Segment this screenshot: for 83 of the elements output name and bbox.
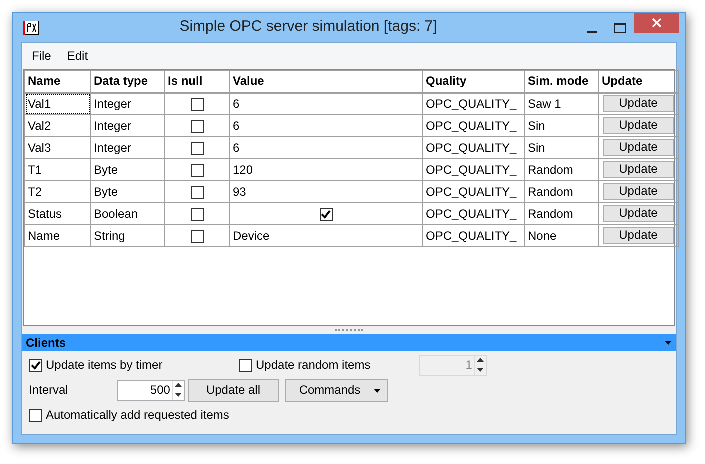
dropdown-arrow-icon <box>665 340 672 344</box>
checkbox[interactable] <box>190 98 204 112</box>
table-cell: Status <box>24 202 90 224</box>
checkbox[interactable] <box>190 230 204 243</box>
field-label: Interval <box>29 382 70 399</box>
update-button[interactable]: Update <box>603 183 674 200</box>
table-cell: Sin <box>524 136 598 158</box>
table-cell: OPC_QUALITY_ <box>422 224 524 246</box>
checkbox[interactable] <box>190 208 204 221</box>
table-cell: Val2 <box>24 114 90 136</box>
table-cell: Saw 1 <box>524 92 598 114</box>
update-button[interactable]: Update <box>603 95 674 112</box>
update-button[interactable]: Update <box>603 117 674 134</box>
checkbox-label: Update random items <box>256 357 371 374</box>
maximize-icon <box>614 22 626 32</box>
checkbox[interactable] <box>320 208 332 221</box>
column-header[interactable]: Is null <box>164 70 230 92</box>
table-cell: Val3 <box>24 136 90 158</box>
window-title: Simple OPC server simulation [tags: 7] <box>178 17 438 38</box>
table-cell: Integer <box>90 136 164 158</box>
spin-down-icon[interactable] <box>477 368 484 372</box>
table-cell: 6 <box>230 114 422 136</box>
spin-down-icon[interactable] <box>175 392 182 397</box>
close-button[interactable] <box>634 13 679 33</box>
table-cell: OPC_QUALITY_ <box>422 136 524 158</box>
table-cell: Val1 <box>24 92 90 114</box>
table-cell: Random <box>524 180 598 202</box>
table-cell: OPC_QUALITY_ <box>422 180 524 202</box>
column-header[interactable]: Sim. mode <box>524 70 598 92</box>
checkbox[interactable] <box>239 358 252 372</box>
table-cell: Byte <box>90 180 164 202</box>
panel-title: Clients <box>26 334 66 352</box>
table-cell: 93 <box>230 180 422 202</box>
column-header[interactable]: Quality <box>422 70 524 92</box>
spin-field[interactable]: 500 <box>117 380 185 400</box>
table-cell: Integer <box>90 114 164 136</box>
update-all-button[interactable]: Update all <box>188 378 279 402</box>
app-icon <box>23 20 39 34</box>
close-icon <box>652 18 662 28</box>
spin-up-icon[interactable] <box>477 358 484 362</box>
table-cell: OPC_QUALITY_ <box>422 92 524 114</box>
checkbox[interactable] <box>29 358 42 372</box>
table-cell: OPC_QUALITY_ <box>422 158 524 180</box>
column-header[interactable]: Update <box>598 70 678 92</box>
update-button[interactable]: Update <box>603 227 674 244</box>
clients-header[interactable]: Clients <box>22 334 676 351</box>
checkbox[interactable] <box>190 120 204 133</box>
update-button[interactable]: Update <box>603 205 674 222</box>
checkbox[interactable] <box>190 142 204 155</box>
table-cell: 120 <box>230 158 422 180</box>
checkbox[interactable] <box>190 164 204 177</box>
table-cell: Integer <box>90 92 164 114</box>
table-cell: Name <box>24 224 90 246</box>
menu-item[interactable]: Edit <box>61 45 94 67</box>
table-cell: Random <box>524 202 598 224</box>
update-button[interactable]: Update <box>603 139 674 156</box>
table-cell: T2 <box>24 180 90 202</box>
table-cell: Byte <box>90 158 164 180</box>
commands-button[interactable]: Commands <box>285 378 388 402</box>
table-cell: None <box>524 224 598 246</box>
table-cell: OPC_QUALITY_ <box>422 202 524 224</box>
table-cell: T1 <box>24 158 90 180</box>
column-header[interactable]: Data type <box>90 70 164 92</box>
table-cell: OPC_QUALITY_ <box>422 114 524 136</box>
table-cell: Boolean <box>90 202 164 224</box>
table-cell: 6 <box>230 136 422 158</box>
caret-icon <box>374 388 381 393</box>
checkbox-label: Update items by timer <box>46 357 163 374</box>
menu-item[interactable]: File <box>26 45 58 67</box>
checkbox[interactable] <box>190 186 204 199</box>
table-cell: Sin <box>524 114 598 136</box>
column-header[interactable]: Name <box>24 70 90 92</box>
number-input[interactable]: 500 <box>118 380 172 400</box>
column-header[interactable]: Value <box>230 70 422 92</box>
minimize-icon <box>587 30 597 32</box>
checkbox-label: Automatically add requested items <box>46 407 230 424</box>
table-cell: String <box>90 224 164 246</box>
checkbox[interactable] <box>29 408 42 422</box>
table-cell: Random <box>524 158 598 180</box>
spin-up-icon[interactable] <box>175 383 182 388</box>
table-cell: Device <box>230 224 422 246</box>
table-cell: 6 <box>230 92 422 114</box>
update-button[interactable]: Update <box>603 161 674 178</box>
